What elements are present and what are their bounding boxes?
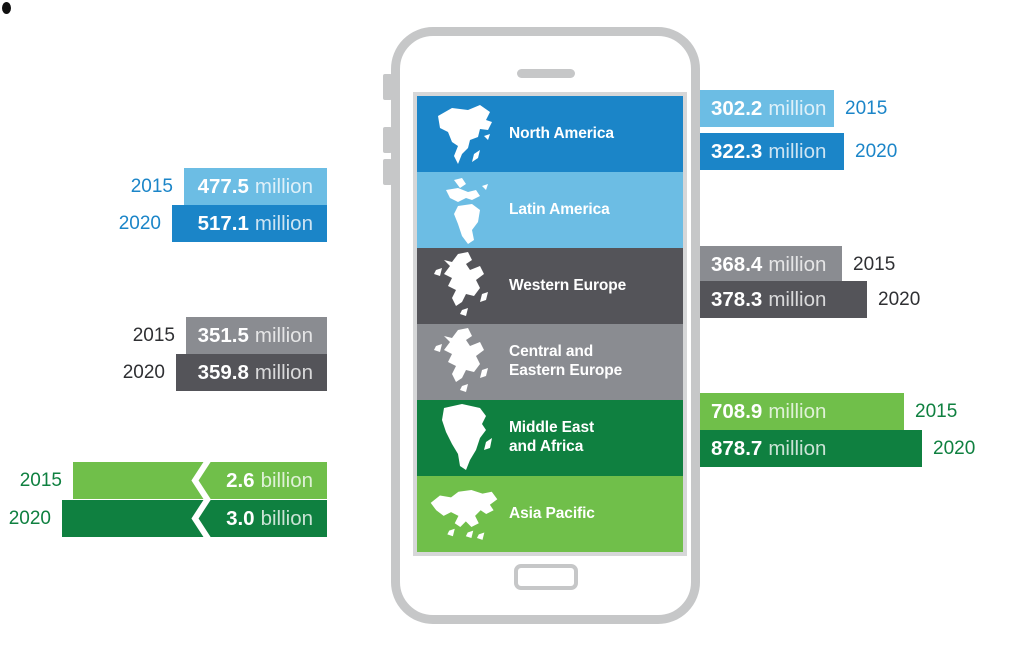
bar-unit-middle-east-africa-2020: million (768, 436, 827, 460)
speaker-slot (516, 69, 575, 78)
latin-america-map-icon (427, 172, 501, 248)
bar-unit-western-europe-2015: million (768, 252, 827, 276)
bar-value-central-eastern-europe-2020: 359.8 (197, 360, 249, 384)
phone-side-button-volume-up[interactable] (383, 127, 392, 153)
corner-dot (2, 2, 11, 14)
bar-unit-central-eastern-europe-2020: million (254, 360, 313, 384)
bar-year-label-middle-east-africa-2015: 2015 (915, 401, 958, 422)
bar-value-central-eastern-europe-2015: 351.5 (197, 323, 249, 347)
region-label-latin-america: Latin America (509, 200, 610, 218)
bar-row-asia-pacific-2020: 3.0 billion 2020 (8, 499, 327, 538)
infographic-canvas: 302.2 million 2015 322.3 million 2020 477.5 mil… (0, 0, 1024, 659)
bar-year-label-latin-america-2015: 2015 (130, 176, 173, 197)
bar-value-north-america-2020: 322.3 (711, 139, 763, 163)
bar-row-western-europe-2015: 368.4 million 2015 (697, 246, 895, 283)
region-row-north-america[interactable]: North America (417, 96, 683, 172)
phone-side-button-volume-down[interactable] (383, 159, 392, 185)
region-list: North America Latin America Western Europe… (417, 96, 683, 552)
bar-north-america-2020: 322.3 million (697, 133, 844, 170)
bar-row-asia-pacific-2015: 2.6 billion 2015 (19, 461, 327, 500)
bar-middle-east-africa-2020: 878.7 million (697, 430, 922, 467)
africa-middle-east-map-icon (427, 400, 501, 476)
asia-pacific-map-icon (427, 476, 501, 552)
bar-value-latin-america-2015: 477.5 (197, 174, 249, 198)
region-label-western-europe: Western Europe (509, 276, 627, 294)
bar-year-label-north-america-2020: 2020 (855, 141, 898, 162)
bar-row-central-eastern-europe-2020: 359.8 million 2020 (123, 354, 327, 391)
bar-year-label-north-america-2015: 2015 (845, 98, 888, 119)
bar-value-asia-pacific-2015: 2.6 (226, 468, 255, 492)
bar-latin-america-2015: 477.5 million (184, 168, 327, 205)
bar-row-central-eastern-europe-2015: 351.5 million 2015 (133, 317, 327, 354)
region-row-western-europe[interactable]: Western Europe (417, 248, 683, 324)
bar-unit-western-europe-2020: million (768, 287, 827, 311)
bar-western-europe-2020: 378.3 million (697, 281, 867, 318)
bar-unit-latin-america-2020: million (254, 211, 313, 235)
region-row-central-eastern-europe[interactable]: Central and Eastern Europe (417, 324, 683, 400)
bar-year-label-asia-pacific-2015: 2015 (19, 470, 62, 491)
bar-year-label-asia-pacific-2020: 2020 (8, 508, 51, 529)
bar-value-western-europe-2020: 378.3 (711, 287, 763, 311)
region-label-north-america: North America (509, 124, 614, 142)
bar-value-western-europe-2015: 368.4 (711, 252, 763, 276)
bar-unit-middle-east-africa-2015: million (768, 399, 827, 423)
bar-row-latin-america-2015: 477.5 million 2015 (131, 168, 327, 205)
home-button[interactable] (513, 564, 578, 590)
bar-north-america-2015: 302.2 million (697, 90, 834, 127)
bar-row-latin-america-2020: 517.1 million 2020 (119, 205, 327, 242)
bar-central-eastern-europe-2015: 351.5 million (186, 317, 327, 354)
bar-row-middle-east-africa-2020: 878.7 million 2020 (697, 430, 975, 467)
bar-unit-north-america-2015: million (768, 96, 827, 120)
bar-value-latin-america-2020: 517.1 (197, 211, 249, 235)
bar-asia-pacific-2015: 2.6 billion (73, 461, 327, 500)
bar-value-middle-east-africa-2015: 708.9 (711, 399, 763, 423)
bar-row-north-america-2015: 302.2 million 2015 (697, 90, 887, 127)
bar-unit-north-america-2020: million (768, 139, 827, 163)
bar-unit-asia-pacific-2020: billion (260, 506, 313, 530)
bar-year-label-central-eastern-europe-2020: 2020 (122, 362, 165, 383)
bar-central-eastern-europe-2020: 359.8 million (176, 354, 327, 391)
bar-middle-east-africa-2015: 708.9 million (697, 393, 904, 430)
region-row-latin-america[interactable]: Latin America (417, 172, 683, 248)
bar-western-europe-2015: 368.4 million (697, 246, 842, 283)
region-row-asia-pacific[interactable]: Asia Pacific (417, 476, 683, 552)
bar-value-asia-pacific-2020: 3.0 (226, 506, 255, 530)
bar-year-label-western-europe-2015: 2015 (853, 254, 896, 275)
bar-unit-central-eastern-europe-2015: million (254, 323, 313, 347)
bar-year-label-latin-america-2020: 2020 (118, 213, 161, 234)
region-row-middle-east-africa[interactable]: Middle East and Africa (417, 400, 683, 476)
bar-latin-america-2020: 517.1 million (172, 205, 327, 242)
bar-row-middle-east-africa-2015: 708.9 million 2015 (697, 393, 957, 430)
region-label-central-eastern-europe: Central and Eastern Europe (509, 343, 623, 379)
north-america-map-icon (427, 96, 501, 172)
phone-side-button-mute[interactable] (383, 74, 392, 100)
bar-unit-latin-america-2015: million (254, 174, 313, 198)
bar-value-north-america-2015: 302.2 (711, 96, 763, 120)
bar-row-north-america-2020: 322.3 million 2020 (697, 133, 897, 170)
bar-year-label-middle-east-africa-2020: 2020 (933, 438, 976, 459)
bar-unit-asia-pacific-2015: billion (260, 468, 313, 492)
bar-year-label-central-eastern-europe-2015: 2015 (132, 325, 175, 346)
phone-screen: North America Latin America Western Europe… (413, 92, 687, 556)
phone-mockup: North America Latin America Western Europe… (383, 27, 700, 624)
bar-value-middle-east-africa-2020: 878.7 (711, 436, 763, 460)
western-europe-map-icon (427, 248, 501, 324)
region-label-asia-pacific: Asia Pacific (509, 504, 595, 522)
bar-row-western-europe-2020: 378.3 million 2020 (697, 281, 920, 318)
bar-asia-pacific-2020: 3.0 billion (62, 499, 327, 538)
region-label-middle-east-africa: Middle East and Africa (509, 419, 595, 455)
bar-year-label-western-europe-2020: 2020 (878, 289, 921, 310)
central-eastern-europe-map-icon (427, 324, 501, 400)
